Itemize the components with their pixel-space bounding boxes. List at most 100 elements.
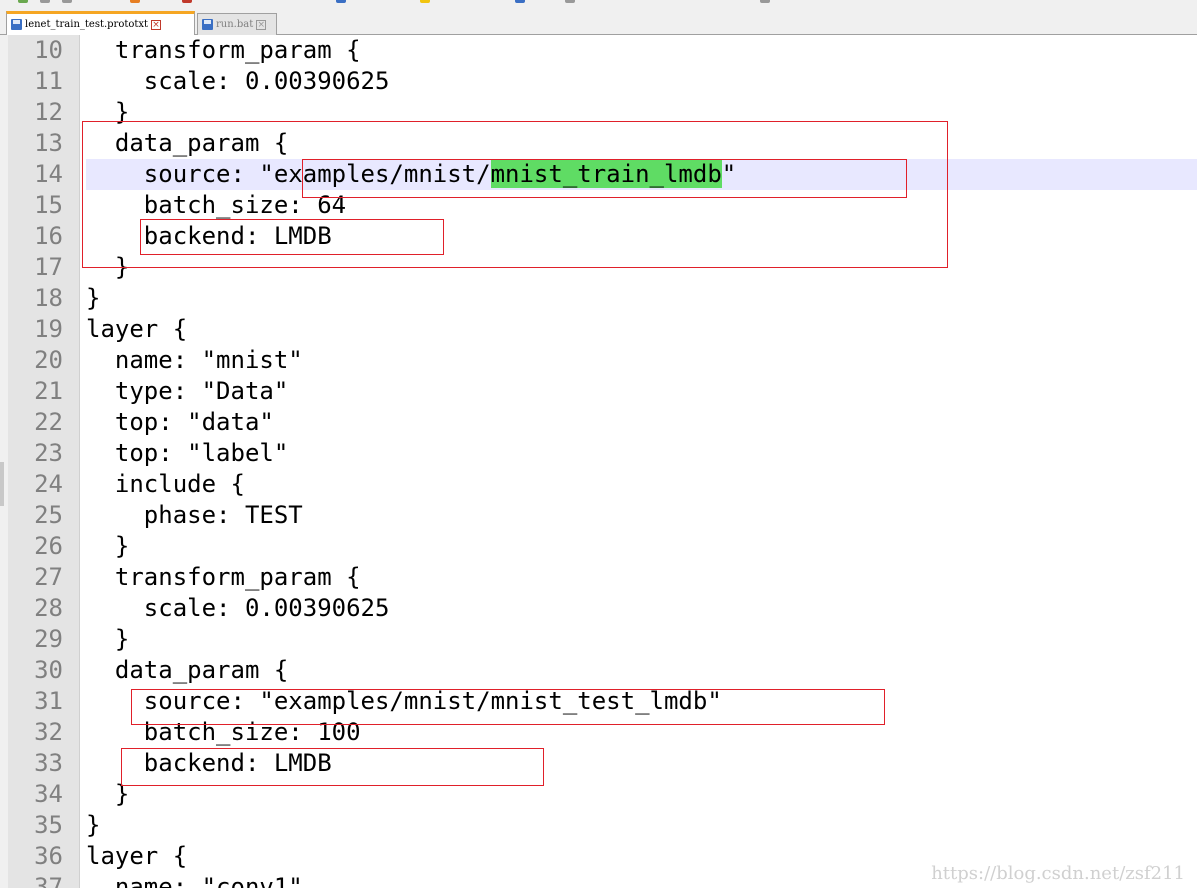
line-number: 25 bbox=[34, 501, 63, 529]
line-number: 33 bbox=[34, 749, 63, 777]
tab-run-bat[interactable]: run.bat × bbox=[197, 13, 277, 35]
line-number: 28 bbox=[34, 594, 63, 622]
line-number: 22 bbox=[34, 408, 63, 436]
toolbar-icon[interactable] bbox=[182, 0, 192, 3]
line-number: 23 bbox=[34, 439, 63, 467]
code-segment: " bbox=[721, 160, 737, 188]
tab-bar: lenet_train_test.prototxt × run.bat × bbox=[0, 8, 1197, 35]
toolbar-icon[interactable] bbox=[420, 0, 430, 3]
line-number: 37 bbox=[34, 873, 63, 888]
code-text: layer { bbox=[86, 315, 188, 343]
line-number: 27 bbox=[34, 563, 63, 591]
code-line[interactable]: 15 batch_size: 64 bbox=[8, 190, 1197, 221]
code-text: } bbox=[86, 625, 130, 653]
code-text: top: "label" bbox=[86, 439, 289, 467]
code-line[interactable]: 26 } bbox=[8, 531, 1197, 562]
code-text: include { bbox=[86, 470, 245, 498]
line-number: 29 bbox=[34, 625, 63, 653]
code-line[interactable]: 33 backend: LMDB bbox=[8, 748, 1197, 779]
code-line[interactable]: 12 } bbox=[8, 97, 1197, 128]
toolbar-icon[interactable] bbox=[130, 0, 140, 3]
code-line[interactable]: 10 transform_param { bbox=[8, 35, 1197, 66]
line-number: 32 bbox=[34, 718, 63, 746]
code-line[interactable]: 18} bbox=[8, 283, 1197, 314]
code-text: data_param { bbox=[86, 129, 289, 157]
code-text: source: "examples/mnist/mnist_train_lmdb… bbox=[86, 159, 1197, 190]
code-text: batch_size: 100 bbox=[86, 718, 361, 746]
code-line[interactable]: 14 source: "examples/mnist/mnist_train_l… bbox=[8, 159, 1197, 190]
line-number: 12 bbox=[34, 98, 63, 126]
code-text: } bbox=[86, 284, 101, 312]
code-text: transform_param { bbox=[86, 563, 361, 591]
code-text: } bbox=[86, 253, 130, 281]
toolbar-icon[interactable] bbox=[336, 0, 346, 3]
code-line[interactable]: 17 } bbox=[8, 252, 1197, 283]
code-editor[interactable]: 10 transform_param {11 scale: 0.00390625… bbox=[8, 35, 1197, 888]
code-line[interactable]: 30 data_param { bbox=[8, 655, 1197, 686]
line-number: 24 bbox=[34, 470, 63, 498]
toolbar-icon[interactable] bbox=[565, 0, 575, 3]
code-line[interactable]: 29 } bbox=[8, 624, 1197, 655]
code-line[interactable]: 19 layer { bbox=[8, 314, 1197, 345]
resize-handle[interactable] bbox=[0, 462, 4, 506]
code-text: } bbox=[86, 811, 101, 839]
code-text: scale: 0.00390625 bbox=[86, 67, 390, 95]
line-number: 14 bbox=[34, 160, 63, 188]
line-number: 34 bbox=[34, 780, 63, 808]
close-icon[interactable]: × bbox=[151, 19, 162, 30]
code-line[interactable]: 11 scale: 0.00390625 bbox=[8, 66, 1197, 97]
line-number: 26 bbox=[34, 532, 63, 560]
toolbar-icon[interactable] bbox=[515, 0, 525, 3]
watermark: https://blog.csdn.net/zsf211 bbox=[931, 863, 1185, 884]
code-line[interactable]: 31 source: "examples/mnist/mnist_test_lm… bbox=[8, 686, 1197, 717]
toolbar-strip bbox=[0, 0, 1197, 8]
code-line[interactable]: 20 name: "mnist" bbox=[8, 345, 1197, 376]
code-text: batch_size: 64 bbox=[86, 191, 347, 219]
line-number: 18 bbox=[34, 284, 63, 312]
line-number: 15 bbox=[34, 191, 63, 219]
close-icon[interactable]: × bbox=[256, 19, 267, 30]
code-text: source: "examples/mnist/mnist_test_lmdb" bbox=[86, 687, 722, 715]
toolbar-icon[interactable] bbox=[62, 0, 72, 3]
line-number: 19 bbox=[34, 315, 63, 343]
code-text: } bbox=[86, 98, 130, 126]
code-line[interactable]: 22 top: "data" bbox=[8, 407, 1197, 438]
line-number: 11 bbox=[34, 67, 63, 95]
line-number: 21 bbox=[34, 377, 63, 405]
code-segment: source: "examples/mnist/ bbox=[86, 160, 491, 188]
code-line[interactable]: 34 } bbox=[8, 779, 1197, 810]
tab-lenet-train-test[interactable]: lenet_train_test.prototxt × bbox=[6, 11, 195, 35]
toolbar-icon[interactable] bbox=[40, 0, 50, 3]
code-line[interactable]: 13 data_param { bbox=[8, 128, 1197, 159]
code-text: transform_param { bbox=[86, 36, 361, 64]
code-text: top: "data" bbox=[86, 408, 274, 436]
tab-label: run.bat bbox=[216, 19, 254, 30]
line-number: 31 bbox=[34, 687, 63, 715]
tab-label: lenet_train_test.prototxt bbox=[25, 19, 149, 30]
code-line[interactable]: 23 top: "label" bbox=[8, 438, 1197, 469]
toolbar-icon[interactable] bbox=[18, 0, 28, 3]
code-line[interactable]: 21 type: "Data" bbox=[8, 376, 1197, 407]
floppy-save-icon bbox=[11, 19, 22, 30]
code-line[interactable]: 35} bbox=[8, 810, 1197, 841]
code-line[interactable]: 27 transform_param { bbox=[8, 562, 1197, 593]
code-line[interactable]: 25 phase: TEST bbox=[8, 500, 1197, 531]
code-text: } bbox=[86, 532, 130, 560]
floppy-save-icon bbox=[202, 19, 213, 30]
code-line[interactable]: 16 backend: LMDB bbox=[8, 221, 1197, 252]
code-text: } bbox=[86, 780, 130, 808]
code-line[interactable]: 32 batch_size: 100 bbox=[8, 717, 1197, 748]
code-text: phase: TEST bbox=[86, 501, 303, 529]
code-text: backend: LMDB bbox=[86, 222, 332, 250]
code-text: name: "mnist" bbox=[86, 346, 303, 374]
line-number: 20 bbox=[34, 346, 63, 374]
line-number: 13 bbox=[34, 129, 63, 157]
code-text: backend: LMDB bbox=[86, 749, 332, 777]
line-number: 30 bbox=[34, 656, 63, 684]
line-number: 17 bbox=[34, 253, 63, 281]
toolbar-icon[interactable] bbox=[760, 0, 770, 3]
code-text: data_param { bbox=[86, 656, 289, 684]
code-line[interactable]: 28 scale: 0.00390625 bbox=[8, 593, 1197, 624]
code-line[interactable]: 24 include { bbox=[8, 469, 1197, 500]
line-number: 35 bbox=[34, 811, 63, 839]
